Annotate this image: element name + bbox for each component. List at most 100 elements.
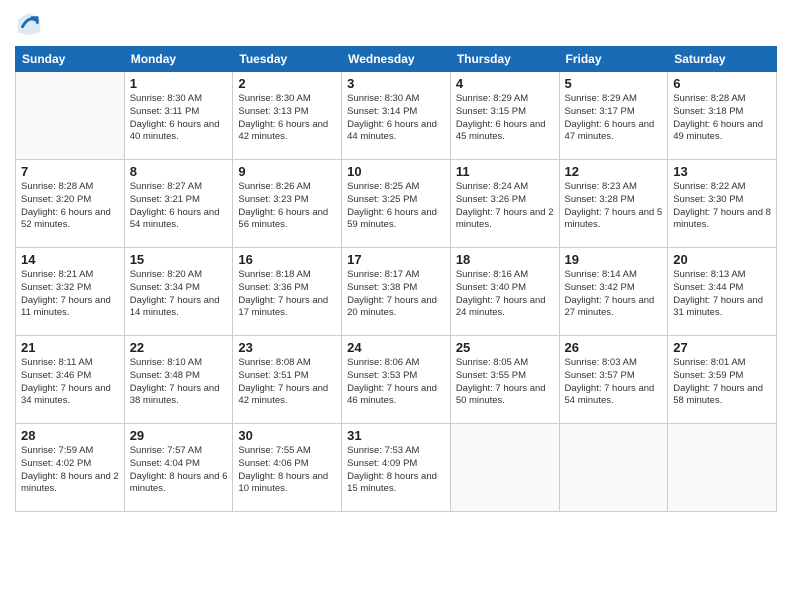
weekday-header-thursday: Thursday	[450, 47, 559, 72]
day-info: Sunrise: 8:14 AMSunset: 3:42 PMDaylight:…	[565, 269, 663, 320]
calendar-cell: 3 Sunrise: 8:30 AMSunset: 3:14 PMDaylight…	[342, 72, 451, 160]
calendar-cell	[16, 72, 125, 160]
day-number: 19	[565, 252, 663, 267]
day-info: Sunrise: 8:17 AMSunset: 3:38 PMDaylight:…	[347, 269, 445, 320]
day-info: Sunrise: 8:10 AMSunset: 3:48 PMDaylight:…	[130, 357, 228, 408]
day-info: Sunrise: 8:18 AMSunset: 3:36 PMDaylight:…	[238, 269, 336, 320]
weekday-header-tuesday: Tuesday	[233, 47, 342, 72]
day-info: Sunrise: 8:16 AMSunset: 3:40 PMDaylight:…	[456, 269, 554, 320]
calendar-cell: 15 Sunrise: 8:20 AMSunset: 3:34 PMDayligh…	[124, 248, 233, 336]
day-number: 23	[238, 340, 336, 355]
week-row-1: 1 Sunrise: 8:30 AMSunset: 3:11 PMDaylight…	[16, 72, 777, 160]
day-number: 12	[565, 164, 663, 179]
calendar-page: SundayMondayTuesdayWednesdayThursdayFrid…	[0, 0, 792, 612]
day-info: Sunrise: 8:21 AMSunset: 3:32 PMDaylight:…	[21, 269, 119, 320]
calendar-cell: 17Sunrise: 8:17 AMSunset: 3:38 PMDayligh…	[342, 248, 451, 336]
day-number: 21	[21, 340, 119, 355]
day-info: Sunrise: 8:08 AMSunset: 3:51 PMDaylight:…	[238, 357, 336, 408]
day-number: 26	[565, 340, 663, 355]
calendar-cell: 14Sunrise: 8:21 AMSunset: 3:32 PMDayligh…	[16, 248, 125, 336]
day-number: 11	[456, 164, 554, 179]
calendar-cell: 30 Sunrise: 7:55 AMSunset: 4:06 PMDayligh…	[233, 424, 342, 512]
day-number: 3	[347, 76, 445, 91]
week-row-3: 14Sunrise: 8:21 AMSunset: 3:32 PMDayligh…	[16, 248, 777, 336]
day-number: 9	[238, 164, 336, 179]
weekday-header-saturday: Saturday	[668, 47, 777, 72]
calendar-cell: 26 Sunrise: 8:03 AMSunset: 3:57 PMDayligh…	[559, 336, 668, 424]
calendar-cell: 2 Sunrise: 8:30 AMSunset: 3:13 PMDaylight…	[233, 72, 342, 160]
day-info: Sunrise: 8:22 AMSunset: 3:30 PMDaylight:…	[673, 181, 771, 232]
day-number: 7	[21, 164, 119, 179]
calendar-cell: 4Sunrise: 8:29 AMSunset: 3:15 PMDaylight…	[450, 72, 559, 160]
day-info: Sunrise: 8:30 AMSunset: 3:13 PMDaylight:…	[238, 93, 336, 144]
calendar-cell: 12 Sunrise: 8:23 AMSunset: 3:28 PMDayligh…	[559, 160, 668, 248]
day-info: Sunrise: 7:53 AMSunset: 4:09 PMDaylight:…	[347, 445, 445, 496]
logo-icon	[15, 10, 43, 38]
weekday-header-sunday: Sunday	[16, 47, 125, 72]
calendar-cell: 8Sunrise: 8:27 AMSunset: 3:21 PMDaylight…	[124, 160, 233, 248]
calendar-cell: 31 Sunrise: 7:53 AMSunset: 4:09 PMDayligh…	[342, 424, 451, 512]
calendar-cell: 13 Sunrise: 8:22 AMSunset: 3:30 PMDayligh…	[668, 160, 777, 248]
header	[15, 10, 777, 38]
calendar-cell: 24 Sunrise: 8:06 AMSunset: 3:53 PMDayligh…	[342, 336, 451, 424]
day-info: Sunrise: 8:30 AMSunset: 3:11 PMDaylight:…	[130, 93, 228, 144]
day-number: 31	[347, 428, 445, 443]
calendar-cell: 16 Sunrise: 8:18 AMSunset: 3:36 PMDayligh…	[233, 248, 342, 336]
calendar-cell: 27 Sunrise: 8:01 AMSunset: 3:59 PMDayligh…	[668, 336, 777, 424]
day-number: 4	[456, 76, 554, 91]
calendar-cell: 5Sunrise: 8:29 AMSunset: 3:17 PMDaylight…	[559, 72, 668, 160]
day-info: Sunrise: 7:59 AMSunset: 4:02 PMDaylight:…	[21, 445, 119, 496]
calendar-cell: 7Sunrise: 8:28 AMSunset: 3:20 PMDaylight…	[16, 160, 125, 248]
day-number: 1	[130, 76, 228, 91]
day-number: 18	[456, 252, 554, 267]
calendar-cell	[450, 424, 559, 512]
calendar-cell: 6 Sunrise: 8:28 AMSunset: 3:18 PMDaylight…	[668, 72, 777, 160]
weekday-header-friday: Friday	[559, 47, 668, 72]
calendar-cell: 10Sunrise: 8:25 AMSunset: 3:25 PMDayligh…	[342, 160, 451, 248]
day-number: 29	[130, 428, 228, 443]
day-number: 13	[673, 164, 771, 179]
day-info: Sunrise: 8:28 AMSunset: 3:18 PMDaylight:…	[673, 93, 771, 144]
calendar-cell: 20 Sunrise: 8:13 AMSunset: 3:44 PMDayligh…	[668, 248, 777, 336]
day-info: Sunrise: 8:13 AMSunset: 3:44 PMDaylight:…	[673, 269, 771, 320]
day-info: Sunrise: 8:03 AMSunset: 3:57 PMDaylight:…	[565, 357, 663, 408]
logo	[15, 10, 47, 38]
calendar-cell: 23 Sunrise: 8:08 AMSunset: 3:51 PMDayligh…	[233, 336, 342, 424]
day-number: 27	[673, 340, 771, 355]
day-number: 6	[673, 76, 771, 91]
day-info: Sunrise: 8:05 AMSunset: 3:55 PMDaylight:…	[456, 357, 554, 408]
weekday-header-row: SundayMondayTuesdayWednesdayThursdayFrid…	[16, 47, 777, 72]
calendar-cell: 22 Sunrise: 8:10 AMSunset: 3:48 PMDayligh…	[124, 336, 233, 424]
day-info: Sunrise: 7:57 AMSunset: 4:04 PMDaylight:…	[130, 445, 228, 496]
day-number: 20	[673, 252, 771, 267]
day-number: 28	[21, 428, 119, 443]
calendar-cell: 21 Sunrise: 8:11 AMSunset: 3:46 PMDayligh…	[16, 336, 125, 424]
day-number: 22	[130, 340, 228, 355]
day-number: 25	[456, 340, 554, 355]
day-number: 16	[238, 252, 336, 267]
calendar-cell	[559, 424, 668, 512]
day-info: Sunrise: 8:01 AMSunset: 3:59 PMDaylight:…	[673, 357, 771, 408]
day-info: Sunrise: 8:20 AMSunset: 3:34 PMDaylight:…	[130, 269, 228, 320]
day-number: 30	[238, 428, 336, 443]
calendar-cell: 9Sunrise: 8:26 AMSunset: 3:23 PMDaylight…	[233, 160, 342, 248]
day-number: 2	[238, 76, 336, 91]
week-row-2: 7Sunrise: 8:28 AMSunset: 3:20 PMDaylight…	[16, 160, 777, 248]
day-info: Sunrise: 8:23 AMSunset: 3:28 PMDaylight:…	[565, 181, 663, 232]
week-row-5: 28 Sunrise: 7:59 AMSunset: 4:02 PMDayligh…	[16, 424, 777, 512]
weekday-header-wednesday: Wednesday	[342, 47, 451, 72]
calendar-cell: 28 Sunrise: 7:59 AMSunset: 4:02 PMDayligh…	[16, 424, 125, 512]
calendar-cell: 29 Sunrise: 7:57 AMSunset: 4:04 PMDayligh…	[124, 424, 233, 512]
day-number: 15	[130, 252, 228, 267]
day-info: Sunrise: 8:25 AMSunset: 3:25 PMDaylight:…	[347, 181, 445, 232]
day-number: 8	[130, 164, 228, 179]
calendar-cell: 25 Sunrise: 8:05 AMSunset: 3:55 PMDayligh…	[450, 336, 559, 424]
day-info: Sunrise: 8:06 AMSunset: 3:53 PMDaylight:…	[347, 357, 445, 408]
day-info: Sunrise: 7:55 AMSunset: 4:06 PMDaylight:…	[238, 445, 336, 496]
calendar-cell: 1 Sunrise: 8:30 AMSunset: 3:11 PMDaylight…	[124, 72, 233, 160]
calendar-cell: 11Sunrise: 8:24 AMSunset: 3:26 PMDayligh…	[450, 160, 559, 248]
day-number: 24	[347, 340, 445, 355]
day-info: Sunrise: 8:11 AMSunset: 3:46 PMDaylight:…	[21, 357, 119, 408]
calendar-table: SundayMondayTuesdayWednesdayThursdayFrid…	[15, 46, 777, 512]
day-info: Sunrise: 8:30 AMSunset: 3:14 PMDaylight:…	[347, 93, 445, 144]
